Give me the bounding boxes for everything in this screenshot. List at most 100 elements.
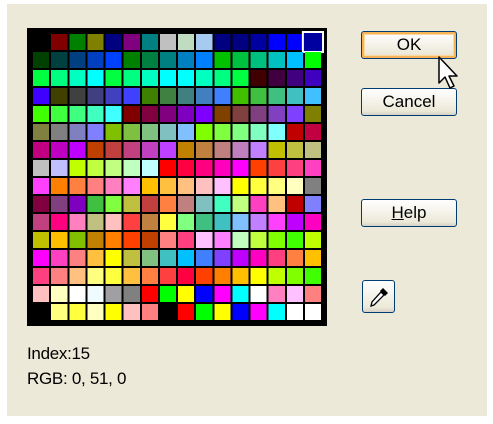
color-swatch[interactable] [141, 70, 158, 86]
color-swatch[interactable] [304, 178, 322, 194]
color-swatch[interactable] [250, 286, 267, 302]
color-swatch[interactable] [123, 178, 140, 194]
color-swatch[interactable] [105, 142, 122, 158]
color-swatch[interactable] [51, 142, 68, 158]
color-swatch[interactable] [105, 196, 122, 212]
color-swatch[interactable] [286, 160, 303, 176]
color-swatch[interactable] [178, 88, 195, 104]
color-swatch[interactable] [33, 52, 50, 68]
color-swatch[interactable] [232, 160, 249, 176]
color-swatch[interactable] [214, 160, 231, 176]
color-swatch[interactable] [51, 250, 68, 266]
color-swatch[interactable] [232, 214, 249, 230]
color-swatch[interactable] [69, 250, 86, 266]
color-swatch[interactable] [268, 160, 285, 176]
color-swatch[interactable] [141, 142, 158, 158]
color-swatch[interactable] [141, 124, 158, 140]
color-swatch[interactable] [123, 304, 140, 320]
color-swatch[interactable] [69, 124, 86, 140]
color-swatch[interactable] [33, 196, 50, 212]
color-swatch[interactable] [159, 160, 177, 176]
color-swatch[interactable] [232, 268, 249, 284]
color-swatch[interactable] [105, 178, 122, 194]
color-swatch[interactable] [178, 196, 195, 212]
color-swatch[interactable] [123, 124, 140, 140]
color-swatch[interactable] [141, 250, 158, 266]
color-swatch[interactable] [159, 106, 177, 122]
color-swatch[interactable] [250, 268, 267, 284]
color-swatch[interactable] [51, 124, 68, 140]
color-swatch[interactable] [141, 232, 158, 248]
color-swatch[interactable] [178, 160, 195, 176]
color-swatch[interactable] [159, 286, 177, 302]
color-swatch[interactable] [304, 124, 322, 140]
color-swatch[interactable] [33, 106, 50, 122]
color-swatch[interactable] [304, 286, 322, 302]
color-swatch[interactable] [286, 268, 303, 284]
color-swatch[interactable] [178, 52, 195, 68]
color-swatch[interactable] [69, 196, 86, 212]
color-swatch[interactable] [33, 34, 50, 50]
color-swatch[interactable] [105, 268, 122, 284]
color-swatch[interactable] [87, 160, 104, 176]
color-swatch[interactable] [268, 142, 285, 158]
color-swatch[interactable] [286, 250, 303, 266]
color-swatch[interactable] [69, 142, 86, 158]
color-swatch[interactable] [159, 304, 177, 320]
color-swatch[interactable] [51, 160, 68, 176]
color-swatch[interactable] [232, 124, 249, 140]
color-swatch[interactable] [105, 88, 122, 104]
color-swatch[interactable] [141, 106, 158, 122]
color-swatch[interactable] [268, 250, 285, 266]
color-swatch[interactable] [69, 286, 86, 302]
color-swatch[interactable] [304, 52, 322, 68]
color-swatch[interactable] [304, 250, 322, 266]
color-swatch[interactable] [87, 250, 104, 266]
color-swatch[interactable] [141, 196, 158, 212]
color-swatch[interactable] [304, 160, 322, 176]
color-swatch[interactable] [214, 142, 231, 158]
color-swatch[interactable] [304, 214, 322, 230]
color-swatch[interactable] [123, 70, 140, 86]
color-swatch[interactable] [178, 142, 195, 158]
color-swatch[interactable] [196, 160, 213, 176]
color-swatch[interactable] [159, 124, 177, 140]
color-swatch[interactable] [33, 124, 50, 140]
color-swatch[interactable] [87, 70, 104, 86]
color-swatch[interactable] [286, 196, 303, 212]
color-swatch[interactable] [141, 268, 158, 284]
color-swatch[interactable] [196, 232, 213, 248]
color-swatch[interactable] [87, 232, 104, 248]
color-swatch[interactable] [232, 196, 249, 212]
color-swatch[interactable] [250, 160, 267, 176]
color-swatch[interactable] [250, 214, 267, 230]
color-swatch[interactable] [232, 250, 249, 266]
color-swatch[interactable] [268, 196, 285, 212]
color-swatch[interactable] [123, 88, 140, 104]
color-swatch[interactable] [159, 52, 177, 68]
color-swatch[interactable] [141, 214, 158, 230]
color-swatch[interactable] [69, 88, 86, 104]
color-swatch[interactable] [69, 304, 86, 320]
color-swatch[interactable] [250, 250, 267, 266]
color-swatch[interactable] [123, 52, 140, 68]
color-swatch[interactable] [196, 52, 213, 68]
color-swatch[interactable] [141, 304, 158, 320]
color-swatch[interactable] [268, 106, 285, 122]
color-swatch[interactable] [286, 70, 303, 86]
color-swatch[interactable] [196, 106, 213, 122]
color-swatch[interactable] [196, 268, 213, 284]
color-swatch[interactable] [51, 178, 68, 194]
color-swatch[interactable] [178, 232, 195, 248]
color-swatch[interactable] [69, 52, 86, 68]
color-swatch[interactable] [105, 106, 122, 122]
color-swatch[interactable] [250, 196, 267, 212]
color-swatch[interactable] [250, 70, 267, 86]
color-swatch[interactable] [159, 268, 177, 284]
color-swatch[interactable] [51, 88, 68, 104]
color-swatch[interactable] [232, 88, 249, 104]
color-swatch[interactable] [51, 52, 68, 68]
color-swatch[interactable] [178, 70, 195, 86]
color-swatch[interactable] [69, 268, 86, 284]
color-swatch[interactable] [286, 106, 303, 122]
